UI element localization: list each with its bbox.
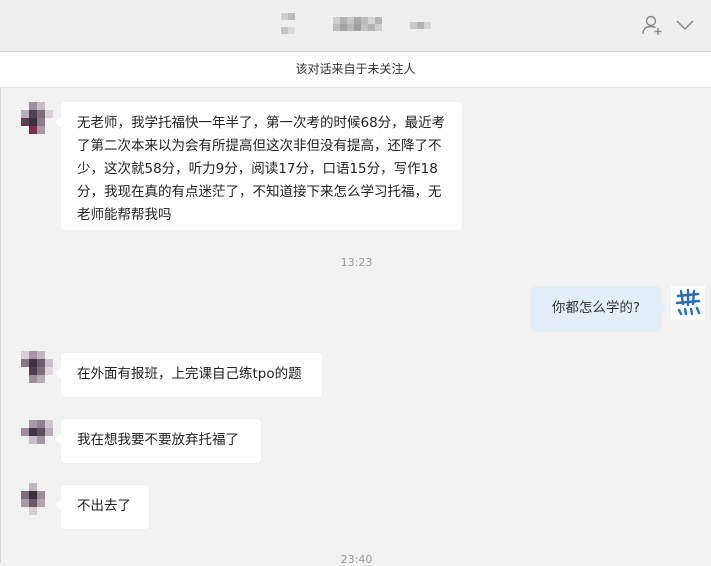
message-text: 不出去了 (77, 498, 131, 514)
my-avatar[interactable] (671, 286, 705, 320)
stranger-notice: 该对话来自于未关注人 (0, 52, 711, 88)
calligraphy-logo-icon (675, 288, 701, 316)
chat-title-bar (0, 0, 711, 52)
message-bubble-contact[interactable]: 无老师，我学托福快一年半了，第一次考的时候68分，最近考了第二次本来以为会有所提… (55, 102, 462, 230)
message-bubble-contact[interactable]: 不出去了 (55, 485, 149, 529)
message-list[interactable]: 无老师，我学托福快一年半了，第一次考的时候68分，最近考了第二次本来以为会有所提… (0, 88, 711, 566)
contact-avatar[interactable] (21, 420, 53, 452)
chevron-down-icon[interactable] (675, 17, 695, 33)
message-timestamp: 13:23 (340, 256, 373, 269)
message-bubble-contact[interactable]: 在外面有报班，上完课自己练tpo的题 (55, 353, 322, 397)
contact-avatar[interactable] (21, 351, 53, 383)
message-bubble-mine[interactable]: 你都怎么学的? (531, 287, 667, 331)
add-user-icon[interactable] (641, 14, 663, 36)
contact-name-blurred-2 (281, 27, 295, 47)
message-bubble-contact[interactable]: 我在想我要不要放弃托福了 (55, 419, 261, 463)
contact-name-blurred-4 (333, 24, 382, 44)
contact-avatar[interactable] (21, 483, 53, 515)
message-text: 无老师，我学托福快一年半了，第一次考的时候68分，最近考了第二次本来以为会有所提… (77, 115, 446, 223)
message-text: 我在想我要不要放弃托福了 (77, 432, 239, 448)
contact-name-blurred-5 (410, 22, 431, 42)
message-text: 在外面有报班，上完课自己练tpo的题 (77, 366, 302, 382)
contact-avatar[interactable] (21, 102, 53, 134)
stranger-notice-text: 该对话来自于未关注人 (295, 62, 416, 76)
message-timestamp: 23:40 (340, 553, 373, 566)
message-text: 你都怎么学的? (551, 300, 641, 316)
